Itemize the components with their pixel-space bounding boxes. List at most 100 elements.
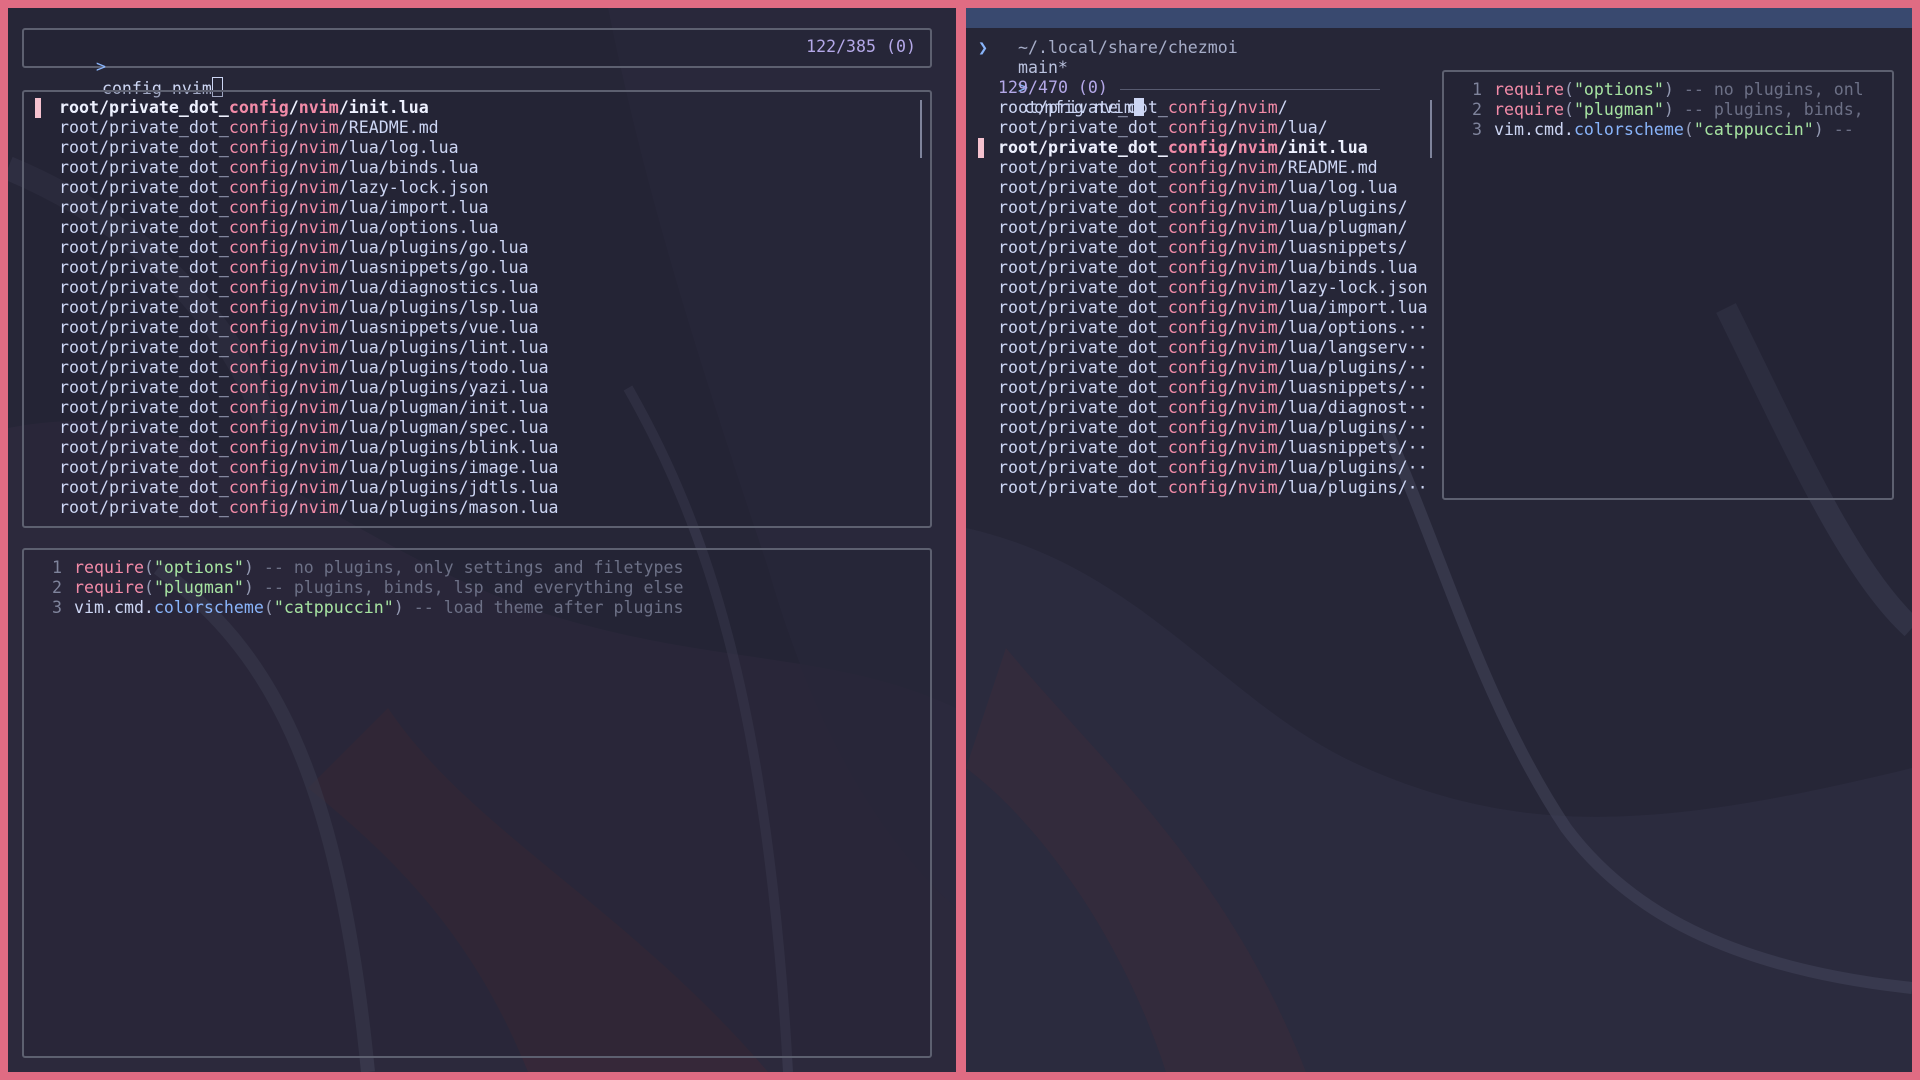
path-match-nvim: nvim	[298, 418, 339, 437]
results-list[interactable]: root/private_dot_config/nvim/init.lua roo…	[22, 90, 932, 528]
path-separator: /	[288, 198, 299, 217]
path-match-nvim: nvim	[1237, 418, 1278, 437]
path-suffix: /lua/plugins/image.lua	[338, 458, 559, 477]
result-item[interactable]: root/private_dot_config/nvim/luasnippets…	[59, 318, 559, 338]
path-suffix: /lua/plugins/jdtls.lua	[338, 478, 559, 497]
scrollbar[interactable]	[920, 100, 922, 158]
path-match-config: config	[228, 178, 289, 197]
result-item[interactable]: root/private_dot_config/nvim/lua/plugins…	[998, 478, 1428, 498]
result-item[interactable]: root/private_dot_config/nvim/lua/plugins…	[59, 498, 559, 518]
path-match-nvim: nvim	[298, 378, 339, 397]
path-suffix: /lua/plugman/init.lua	[338, 398, 549, 417]
path-suffix: /lua/langserv··	[1277, 338, 1428, 357]
path-match-nvim: nvim	[1237, 238, 1278, 257]
path-prefix: root/private_dot_	[59, 118, 229, 137]
path-match-config: config	[1167, 178, 1228, 197]
result-item[interactable]: root/private_dot_config/nvim/init.lua	[998, 138, 1428, 158]
path-prefix: root/private_dot_	[59, 458, 229, 477]
result-item[interactable]: root/private_dot_config/nvim/README.md	[998, 158, 1428, 178]
result-item[interactable]: root/private_dot_config/nvim/luasnippets…	[998, 238, 1428, 258]
result-item[interactable]: root/private_dot_config/nvim/lua/binds.l…	[59, 158, 559, 178]
result-item[interactable]: root/private_dot_config/nvim/lua/plugins…	[998, 358, 1428, 378]
search-prompt-box[interactable]: > config nvim 122/385 (0)	[22, 28, 932, 98]
path-match-config: config	[228, 118, 289, 137]
path-prefix: root/private_dot_	[59, 438, 229, 457]
result-item[interactable]: root/private_dot_config/nvim/lua/diagnos…	[59, 278, 559, 298]
result-item[interactable]: root/private_dot_config/nvim/lua/binds.l…	[998, 258, 1428, 278]
result-item[interactable]: root/private_dot_config/nvim/lua/plugins…	[59, 438, 559, 458]
result-item[interactable]: root/private_dot_config/nvim/init.lua	[59, 98, 559, 118]
result-item[interactable]: root/private_dot_config/nvim/lua/plugins…	[59, 358, 559, 378]
right-terminal-window[interactable]: ~/.local/share/chezmoi main* ❯ > config …	[966, 8, 1912, 1072]
path-match-config: config	[1167, 258, 1228, 277]
path-match-config: config	[1167, 378, 1228, 397]
result-item[interactable]: root/private_dot_config/nvim/lua/plugins…	[59, 458, 559, 478]
path-suffix: /lua/plugins/lint.lua	[338, 338, 549, 357]
line-number: 3	[1472, 120, 1482, 139]
path-separator: /	[1227, 138, 1238, 157]
path-match-nvim: nvim	[298, 398, 339, 417]
path-match-config: config	[228, 418, 289, 437]
path-prefix: root/private_dot_	[59, 298, 229, 317]
path-match-nvim: nvim	[1237, 438, 1278, 457]
path-prefix: root/private_dot_	[59, 278, 229, 297]
result-item[interactable]: root/private_dot_config/nvim/	[998, 98, 1428, 118]
selection-marker	[978, 138, 984, 158]
result-item[interactable]: root/private_dot_config/nvim/lua/options…	[59, 218, 559, 238]
path-prefix: root/private_dot_	[998, 418, 1168, 437]
result-item[interactable]: root/private_dot_config/nvim/lua/plugins…	[59, 238, 559, 258]
result-item[interactable]: root/private_dot_config/nvim/lua/log.lua	[59, 138, 559, 158]
result-item[interactable]: root/private_dot_config/nvim/README.md	[59, 118, 559, 138]
results-separator	[1120, 89, 1380, 90]
result-item[interactable]: root/private_dot_config/nvim/lua/plugman…	[59, 418, 559, 438]
result-item[interactable]: root/private_dot_config/nvim/lua/	[998, 118, 1428, 138]
code-line: 1 require("options") -- no plugins, only …	[34, 558, 683, 578]
path-prefix: root/private_dot_	[998, 118, 1168, 137]
line-number: 1	[1472, 80, 1482, 99]
line-number: 3	[52, 598, 62, 617]
result-item[interactable]: root/private_dot_config/nvim/lua/plugman…	[59, 398, 559, 418]
result-item[interactable]: root/private_dot_config/nvim/lua/log.lua	[998, 178, 1428, 198]
result-item[interactable]: root/private_dot_config/nvim/lua/plugins…	[59, 378, 559, 398]
result-item[interactable]: root/private_dot_config/nvim/lua/plugman…	[998, 218, 1428, 238]
result-item[interactable]: root/private_dot_config/nvim/lua/plugins…	[59, 298, 559, 318]
path-suffix: /lua/plugins/go.lua	[338, 238, 529, 257]
result-item[interactable]: root/private_dot_config/nvim/lua/options…	[998, 318, 1428, 338]
path-match-nvim: nvim	[1237, 218, 1278, 237]
result-item[interactable]: root/private_dot_config/nvim/lazy-lock.j…	[998, 278, 1428, 298]
search-prompt-line[interactable]: > config nvim	[978, 58, 1144, 117]
result-item[interactable]: root/private_dot_config/nvim/lua/plugins…	[59, 478, 559, 498]
code-line: 1 require("options") -- no plugins, onl	[1454, 80, 1864, 100]
result-item[interactable]: root/private_dot_config/nvim/luasnippets…	[59, 258, 559, 278]
result-item[interactable]: root/private_dot_config/nvim/lazy-lock.j…	[59, 178, 559, 198]
path-separator: /	[288, 278, 299, 297]
left-terminal-window[interactable]: > config nvim 122/385 (0) root/private_d…	[8, 8, 956, 1072]
path-match-nvim: nvim	[1237, 98, 1278, 117]
result-item[interactable]: root/private_dot_config/nvim/lua/import.…	[998, 298, 1428, 318]
code-paren: (	[1563, 80, 1574, 99]
path-match-config: config	[228, 358, 289, 377]
path-prefix: root/private_dot_	[998, 138, 1168, 157]
result-item[interactable]: root/private_dot_config/nvim/lua/plugins…	[998, 418, 1428, 438]
path-suffix: /lua/plugins/··	[1277, 478, 1428, 497]
result-item[interactable]: root/private_dot_config/nvim/lua/plugins…	[998, 458, 1428, 478]
result-item[interactable]: root/private_dot_config/nvim/luasnippets…	[998, 378, 1428, 398]
path-prefix: root/private_dot_	[59, 178, 229, 197]
result-item[interactable]: root/private_dot_config/nvim/lua/langser…	[998, 338, 1428, 358]
scrollbar[interactable]	[1430, 100, 1432, 158]
result-item[interactable]: root/private_dot_config/nvim/lua/diagnos…	[998, 398, 1428, 418]
path-prefix: root/private_dot_	[998, 438, 1168, 457]
result-item[interactable]: root/private_dot_config/nvim/luasnippets…	[998, 438, 1428, 458]
path-match-config: config	[1167, 418, 1228, 437]
path-match-config: config	[228, 218, 289, 237]
path-suffix: /lua/log.lua	[338, 138, 459, 157]
result-item[interactable]: root/private_dot_config/nvim/lua/import.…	[59, 198, 559, 218]
path-separator: /	[1227, 258, 1238, 277]
result-item[interactable]: root/private_dot_config/nvim/lua/plugins…	[59, 338, 559, 358]
match-count: 129/470 (0)	[998, 78, 1108, 97]
path-match-config: config	[1167, 218, 1228, 237]
results-list[interactable]: root/private_dot_config/nvim/root/privat…	[966, 98, 1432, 518]
path-separator: /	[288, 138, 299, 157]
path-match-nvim: nvim	[298, 198, 339, 217]
result-item[interactable]: root/private_dot_config/nvim/lua/plugins…	[998, 198, 1428, 218]
